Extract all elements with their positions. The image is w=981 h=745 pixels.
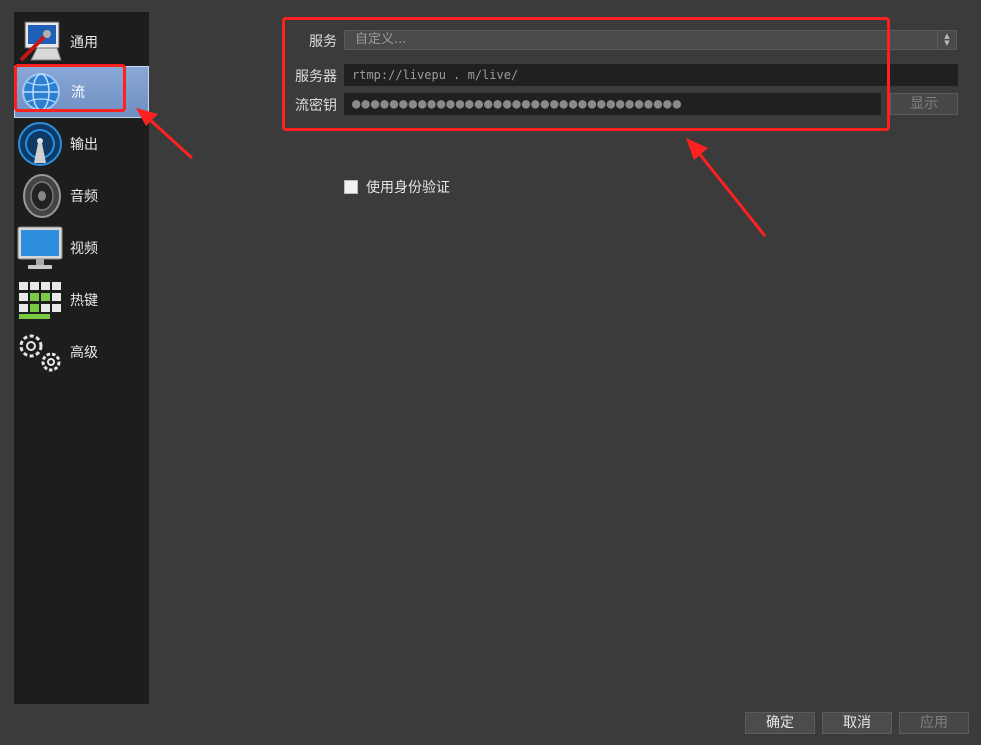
show-key-button[interactable]: 显示 bbox=[890, 93, 958, 115]
sidebar-item-audio[interactable]: 音频 bbox=[14, 170, 149, 222]
service-label: 服务 bbox=[309, 34, 337, 50]
annotation-arrow-left bbox=[146, 116, 194, 160]
sidebar-item-label: 热键 bbox=[70, 293, 98, 309]
use-auth-label: 使用身份验证 bbox=[366, 180, 450, 196]
sidebar-item-video[interactable]: 视频 bbox=[14, 222, 149, 274]
settings-sidebar: 通用 流 输出 音频 视频 热键 高级 bbox=[14, 12, 149, 704]
annotation-arrowhead-right bbox=[686, 138, 708, 160]
sidebar-item-label: 音频 bbox=[70, 189, 98, 205]
sidebar-item-label: 高级 bbox=[70, 345, 98, 361]
sidebar-item-label: 视频 bbox=[70, 241, 98, 257]
stream-key-label: 流密钥 bbox=[295, 98, 337, 114]
server-label: 服务器 bbox=[295, 69, 337, 85]
output-antenna-icon bbox=[14, 118, 66, 170]
sidebar-item-hotkeys[interactable]: 热键 bbox=[14, 274, 149, 326]
advanced-gears-icon bbox=[14, 326, 66, 378]
cancel-button[interactable]: 取消 bbox=[822, 712, 892, 734]
service-select[interactable]: 自定义... ▲ ▼ bbox=[344, 30, 957, 50]
use-auth-checkbox[interactable] bbox=[344, 180, 358, 194]
sidebar-item-label: 输出 bbox=[70, 137, 98, 153]
sidebar-item-output[interactable]: 输出 bbox=[14, 118, 149, 170]
stream-globe-icon bbox=[15, 66, 67, 118]
stream-key-input[interactable]: ●●●●●●●●●●●●●●●●●●●●●●●●●●●●●●●●●●● bbox=[344, 93, 881, 115]
audio-speaker-icon bbox=[14, 170, 66, 222]
sidebar-item-general[interactable]: 通用 bbox=[14, 16, 149, 68]
ok-button[interactable]: 确定 bbox=[745, 712, 815, 734]
spinner-arrows-icon[interactable]: ▲ ▼ bbox=[937, 31, 956, 49]
sidebar-item-label: 通用 bbox=[70, 35, 98, 51]
sidebar-item-stream[interactable]: 流 bbox=[14, 66, 149, 118]
server-input[interactable]: rtmp://livepu . m/live/ bbox=[344, 64, 958, 86]
video-monitor-icon bbox=[14, 222, 66, 274]
hotkeys-keyboard-icon bbox=[14, 274, 66, 326]
sidebar-item-advanced[interactable]: 高级 bbox=[14, 326, 149, 378]
general-settings-icon bbox=[14, 16, 66, 68]
service-value: 自定义... bbox=[355, 32, 407, 47]
sidebar-item-label: 流 bbox=[71, 85, 85, 101]
apply-button[interactable]: 应用 bbox=[899, 712, 969, 734]
use-auth-checkbox-row[interactable]: 使用身份验证 bbox=[344, 177, 450, 197]
annotation-arrow-right bbox=[696, 151, 767, 237]
